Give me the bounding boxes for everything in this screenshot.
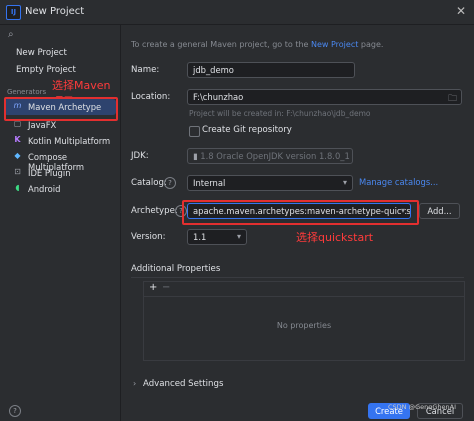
location-field[interactable]: F:\chunzhao 🗀 xyxy=(187,89,462,105)
sidebar-item-javafx[interactable]: ▢ JavaFX xyxy=(4,117,116,133)
chevron-right-icon[interactable]: › xyxy=(133,379,136,388)
git-checkbox[interactable] xyxy=(189,126,200,137)
sidebar-item-android[interactable]: ◖ Android xyxy=(4,181,116,197)
name-field[interactable]: jdb_demo xyxy=(187,62,355,78)
javafx-icon: ▢ xyxy=(13,119,22,128)
hint-text-end: page. xyxy=(358,40,384,49)
search-icon[interactable]: ⌕ xyxy=(8,29,14,40)
sidebar-item-ide-plugin[interactable]: ⊡ IDE Plugin xyxy=(4,165,116,181)
jdk-value: Oracle OpenJDK version 1.8.0_1 xyxy=(216,151,350,161)
add-property-icon[interactable]: + xyxy=(149,282,157,293)
sidebar-item-label: Android xyxy=(28,184,61,194)
archetype-label: Archetype: xyxy=(131,206,178,216)
sidebar-item-label: Kotlin Multiplatform xyxy=(28,136,111,146)
version-label: Version: xyxy=(131,232,166,242)
catalog-help-icon[interactable]: ? xyxy=(164,177,176,189)
sidebar-item-compose-multiplatform[interactable]: ◆ Compose Multiplatform xyxy=(4,149,116,172)
main-panel: To create a general Maven project, go to… xyxy=(121,25,474,421)
git-label: Create Git repository xyxy=(202,125,292,135)
name-label: Name: xyxy=(131,65,160,75)
properties-table: + − No properties xyxy=(143,281,465,361)
catalog-value: Internal xyxy=(193,178,226,188)
sidebar-item-new-project[interactable]: New Project xyxy=(16,48,67,58)
properties-toolbar: + − xyxy=(144,282,464,297)
watermark: CSDN @GengGhenAI xyxy=(388,403,457,411)
android-icon: ◖ xyxy=(15,183,20,192)
sidebar-item-kotlin-multiplatform[interactable]: K Kotlin Multiplatform xyxy=(4,133,116,149)
generators-heading: Generators xyxy=(7,88,47,96)
jdk-select[interactable]: ▮ 1.8 Oracle OpenJDK version 1.8.0_1 xyxy=(187,148,353,164)
catalog-select[interactable]: Internal ▾ xyxy=(187,175,353,191)
catalog-label: Catalog: xyxy=(131,178,167,188)
folder-icon[interactable]: 🗀 xyxy=(448,91,457,104)
jdk-version: 1.8 xyxy=(200,151,214,161)
location-value: F:\chunzhao xyxy=(193,92,244,102)
additional-properties-title: Additional Properties xyxy=(131,264,221,274)
add-archetype-button[interactable]: Add... xyxy=(419,203,460,219)
title-bar: IJ New Project ✕ xyxy=(0,0,474,25)
maven-hint: To create a general Maven project, go to… xyxy=(131,40,383,49)
remove-property-icon: − xyxy=(162,282,171,293)
manage-catalogs-link[interactable]: Manage catalogs... xyxy=(359,177,438,187)
jdk-folder-icon: ▮ xyxy=(193,151,198,161)
window-title: New Project xyxy=(25,6,85,17)
new-project-link[interactable]: New Project xyxy=(311,40,358,49)
empty-properties-text: No properties xyxy=(276,321,332,330)
version-value: 1.1 xyxy=(193,232,207,242)
sidebar-item-empty-project[interactable]: Empty Project xyxy=(16,65,76,75)
compose-icon: ◆ xyxy=(14,151,21,160)
chevron-down-icon: ▾ xyxy=(236,232,241,241)
annotation-quickstart: 选择quickstart xyxy=(296,231,374,244)
close-icon[interactable]: ✕ xyxy=(456,4,466,18)
kotlin-icon: K xyxy=(14,135,21,144)
help-icon[interactable]: ? xyxy=(9,405,21,417)
sidebar-item-label: IDE Plugin xyxy=(28,168,71,178)
version-select[interactable]: 1.1 ▾ xyxy=(187,229,247,245)
highlight-box-archetype xyxy=(182,200,419,225)
sidebar: ⌕ New Project Empty Project 选择Maven项目 Ge… xyxy=(0,25,121,421)
location-label: Location: xyxy=(131,92,171,102)
sidebar-item-label: JavaFX xyxy=(28,120,57,130)
advanced-settings-toggle[interactable]: Advanced Settings xyxy=(143,379,223,389)
hint-text: To create a general Maven project, go to… xyxy=(131,40,311,49)
intellij-icon: IJ xyxy=(6,5,21,20)
plugin-icon: ⊡ xyxy=(14,167,21,176)
location-hint: Project will be created in: F:\chunzhao\… xyxy=(189,109,371,118)
chevron-down-icon: ▾ xyxy=(342,178,347,187)
section-divider xyxy=(131,277,464,278)
jdk-label: JDK: xyxy=(131,151,149,161)
